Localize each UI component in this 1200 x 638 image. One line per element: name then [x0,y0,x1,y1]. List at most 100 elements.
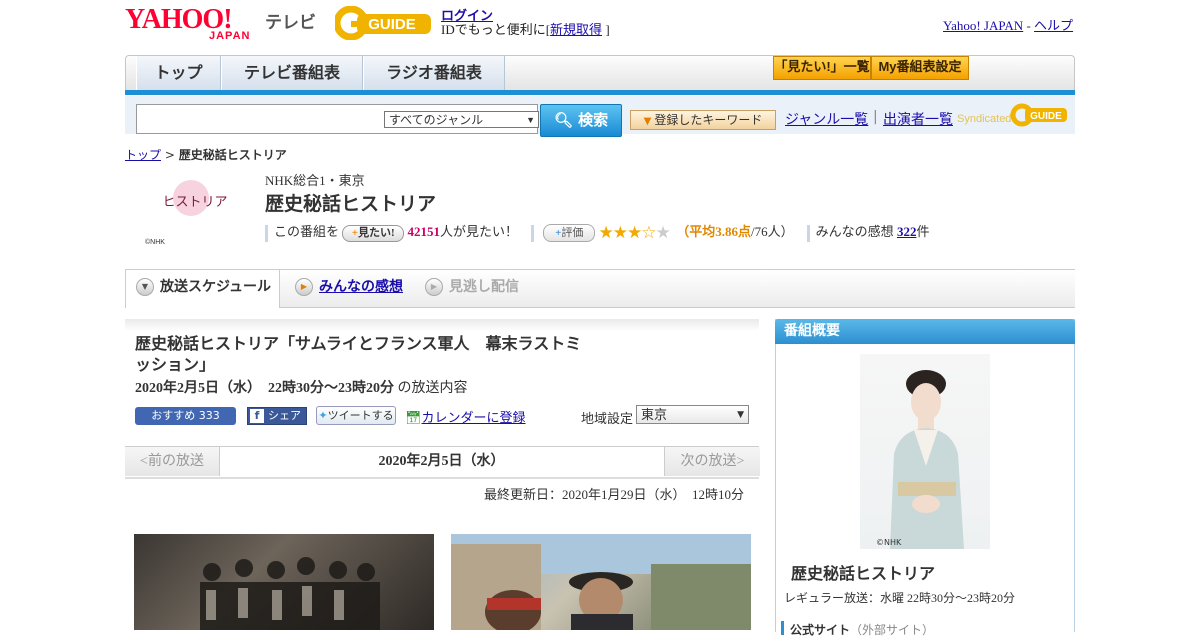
mitai-button[interactable]: +見たい! [342,224,405,242]
program-thumb-credit: ©NHK [145,238,165,246]
episode-date-suffix: の放送内容 [397,381,468,396]
nav-divider [125,90,1075,95]
yahoo-japan-link[interactable]: Yahoo! JAPAN [943,18,1023,33]
triangle-down-icon: ▼ [643,116,652,127]
facebook-recommend-button[interactable]: おすすめ 333 [135,407,236,425]
header-separator: - [1026,18,1031,33]
syndicated-gguide-logo: Syndicated GUIDE [957,102,1069,128]
tv-label: テレビ [265,13,316,33]
genre-select-value: すべてのジャンル [389,113,484,127]
tab-radio-schedule[interactable]: ラジオ番組表 [363,56,505,90]
calendar-link-label: カレンダーに登録 [421,410,526,425]
performer-list-link[interactable]: 出演者一覧 [883,109,953,129]
breadcrumb: トップ > 歴史秘話ヒストリア [125,146,287,163]
kansou-suffix: 件 [916,224,930,239]
header-right-links: Yahoo! JAPAN - ヘルプ [943,15,1073,34]
play-icon: ▶ [425,278,443,296]
tab-kansou-label: みんなの感想 [319,279,403,295]
twitter-bird-icon: ✦ [318,409,328,422]
tab-catchup-streaming[interactable]: ▶ 見逃し配信 [425,270,519,306]
last-updated: 最終更新日：2020年1月29日（水） 12時10分 [484,487,745,502]
fb-share-label: シェア [268,409,301,422]
host-photo-image [890,370,964,549]
rating-button[interactable]: +評価 [543,224,596,243]
program-thumbnail: ヒストリア ©NHK [135,170,245,250]
search-button-label: 検索 [578,111,609,129]
facebook-share-button[interactable]: f シェア [247,407,307,425]
tab-schedule-label: 放送スケジュール [160,279,272,295]
official-site-label: 公式サイト [790,623,851,637]
gguide-logo-icon: GUIDE [333,5,431,41]
search-icon: 🔍︎ [553,111,573,129]
stat-divider [806,224,810,242]
episode-photo-street [451,534,751,634]
yahoo-logo-sub: JAPAN [209,30,251,42]
syndicated-text: Syndicated [957,113,1011,125]
mitai-count: 42151 [407,224,441,239]
program-title: 歴史秘話ヒストリア [265,193,437,215]
facebook-icon: f [250,409,264,423]
host-photo-credit: ©NHK [876,538,902,547]
tab-broadcast-schedule[interactable]: ▼ 放送スケジュール [125,270,280,308]
login-note: IDでもっと便利に[新規取得 ] [441,19,610,38]
next-broadcast-button[interactable]: 次の放送> [664,447,760,476]
official-site-heading: 公式サイト（外部サイト） [781,621,935,637]
empty-star-icon: ★ [655,223,671,243]
tab-reviews[interactable]: ▶ みんなの感想 [295,270,403,306]
program-stats: この番組を +見たい! 42151人が見たい！ +評価 ★★★☆★ （平均3.8… [265,221,930,243]
episode-title: 歴史秘話ヒストリア「サムライとフランス軍人 幕末ラストミッション」 [135,334,582,374]
syndicated-logo-text: GUIDE [1030,111,1062,122]
signup-link[interactable]: 新規取得 [550,22,602,37]
host-photo: ©NHK [860,354,990,549]
kansou-count-link[interactable]: 322 [897,224,917,239]
sidebar-header: 番組概要 [775,319,1075,344]
rating-open: （ [676,224,690,239]
tab-minogashi-label: 見逃し配信 [449,279,519,295]
program-logo-text: ヒストリア [162,195,227,210]
kansou-prefix: みんなの感想 [815,224,894,239]
tweet-label: ツイートする [327,409,394,422]
tab-top[interactable]: トップ [136,56,221,90]
tweet-button[interactable]: ✦ツイートする [316,406,396,425]
rating-button-label: 評価 [561,227,584,240]
region-select-value: 東京 [641,408,668,423]
program-logo-image: ヒストリア ©NHK [145,180,228,246]
rating-average: 平均3.86点 [689,224,752,239]
external-site-note: （外部サイト） [850,623,935,637]
episode-photo-soldiers [134,534,434,630]
yahoo-japan-logo[interactable]: YAHOO! JAPAN [125,6,263,43]
registered-keyword-button[interactable]: ▼ 登録したキーワード [630,110,776,130]
episode-date-bold: 2020年2月5日（水） 22時30分～23時20分 [135,381,394,396]
stat-divider [531,224,535,242]
syndicated-logo-icon: Syndicated GUIDE [957,103,1067,127]
gguide-logo[interactable]: GUIDE [333,5,435,41]
region-select[interactable]: 東京 ▼ [636,405,749,424]
stat-divider [265,224,268,242]
mitai-button-label: 見たい! [358,226,395,239]
mitai-suffix: 人が見たい！ [440,224,519,239]
breadcrumb-separator: > [164,148,175,162]
link-separator: | [873,109,878,125]
calendar-register-link[interactable]: 📅︎カレンダーに登録 [405,407,526,426]
mitai-prefix: この番組を [274,224,340,239]
calendar-icon: 📅︎ [405,410,422,425]
prev-broadcast-button[interactable]: <前の放送 [125,447,220,476]
content-tabs: ▼ 放送スケジュール ▶ みんなの感想 ▶ 見逃し配信 [125,269,1075,308]
star-rating: ★★★☆★ [598,223,671,243]
chevron-down-icon: ▼ [136,278,154,296]
dropdown-arrow-icon: ▼ [737,410,744,420]
half-star-icon: ☆ [641,223,656,243]
my-bangumi-button[interactable]: My番組表設定 [871,56,969,80]
sidebar-header-label: 番組概要 [784,323,840,339]
breadcrumb-top-link[interactable]: トップ [125,148,161,162]
street-photo-image [451,534,751,634]
tab-tv-schedule[interactable]: テレビ番組表 [221,56,363,90]
genre-select[interactable]: すべてのジャンル ▼ [384,111,539,128]
genre-list-link[interactable]: ジャンル一覧 [785,109,868,129]
mitai-list-button[interactable]: 「見たい!」一覧 [773,56,871,80]
episode-panel-shading [125,319,759,331]
episode-datetime: 2020年2月5日（水） 22時30分～23時20分 の放送内容 [135,377,468,397]
login-note-prefix: IDでもっと便利に[ [441,22,551,37]
help-link[interactable]: ヘルプ [1034,18,1073,33]
search-button[interactable]: 🔍︎ 検索 [540,104,622,137]
